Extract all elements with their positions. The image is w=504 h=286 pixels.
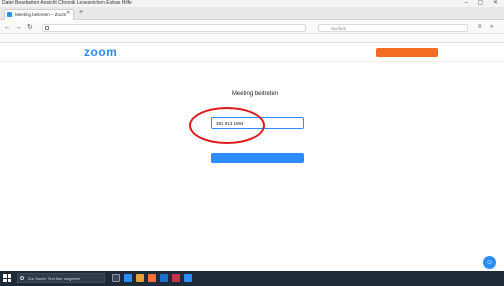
browser-tab[interactable]: Meeting beitreten – Zoom — [4, 9, 74, 20]
reload-button[interactable]: ↻ — [27, 24, 33, 31]
menu-bar[interactable]: Datei Bearbeiten Ansicht Chronik Lesezei… — [0, 0, 504, 7]
edge-icon[interactable] — [124, 274, 132, 282]
file-explorer-icon[interactable] — [136, 274, 144, 282]
search-bar[interactable]: Suchen — [318, 24, 468, 32]
join-button[interactable] — [211, 153, 304, 163]
zoom-logo[interactable]: zoom — [84, 45, 117, 59]
back-button[interactable]: ← — [4, 24, 11, 31]
new-tab-button[interactable]: + — [79, 9, 83, 16]
page-title: Meeting beitreten — [231, 91, 279, 97]
taskbar-search-input[interactable]: Zur Suche Text hier eingeben — [17, 273, 105, 283]
zoom-app-icon[interactable] — [184, 274, 192, 282]
signup-button[interactable] — [376, 48, 438, 57]
header-divider — [0, 61, 504, 62]
annotation-circle — [189, 107, 265, 144]
help-chat-button[interactable]: ☺ — [483, 256, 496, 269]
firefox-icon[interactable] — [148, 274, 156, 282]
page-footer — [0, 264, 504, 271]
window-controls[interactable]: – ▢ ✕ — [465, 0, 502, 7]
app-icon[interactable] — [172, 274, 180, 282]
extensions-icon[interactable]: » — [490, 24, 493, 31]
close-icon[interactable]: ✕ — [66, 10, 70, 16]
task-view-icon[interactable] — [112, 274, 120, 282]
tab-strip — [0, 7, 504, 20]
address-bar[interactable] — [42, 24, 306, 32]
lock-icon — [45, 26, 49, 30]
windows-start-icon[interactable] — [3, 274, 11, 282]
forward-button[interactable]: → — [15, 24, 22, 31]
outlook-icon[interactable] — [160, 274, 168, 282]
search-icon — [20, 276, 24, 280]
zoom-favicon-icon — [7, 12, 12, 17]
bookmarks-bar[interactable] — [0, 34, 504, 43]
menu-icon[interactable]: ≡ — [478, 24, 482, 31]
